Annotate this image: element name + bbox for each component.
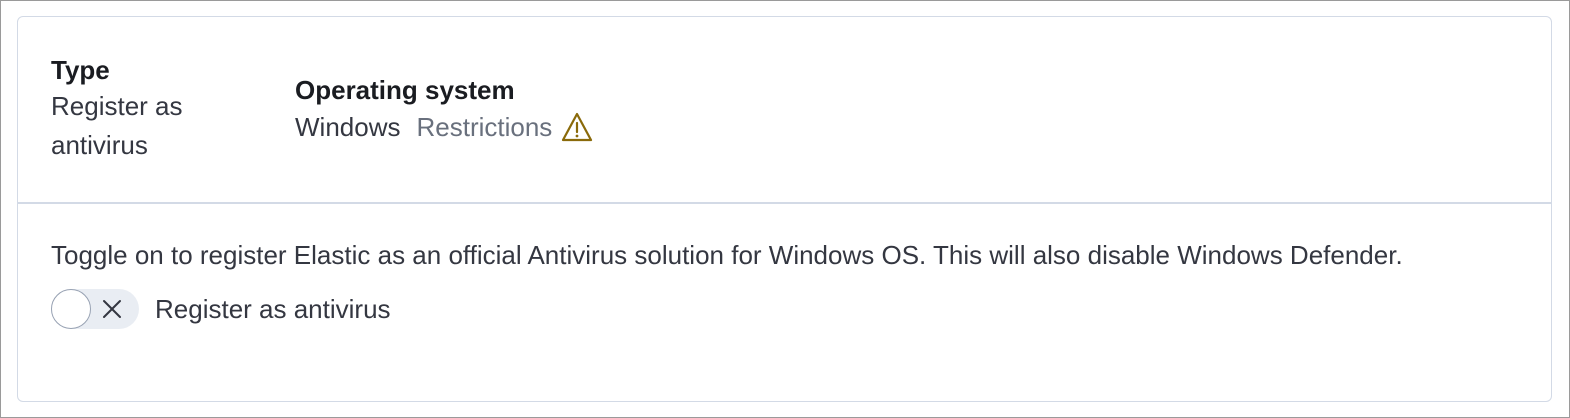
switch-knob (51, 289, 91, 329)
type-column: Type Register as antivirus (51, 53, 241, 165)
type-title: Type (51, 55, 110, 85)
type-value: Register as antivirus (51, 91, 183, 160)
restrictions-link[interactable]: Restrictions (416, 111, 594, 143)
panel-header: Type Register as antivirus Operating sys… (18, 17, 1551, 204)
toggle-row: Register as antivirus (51, 289, 1521, 329)
antivirus-registration-panel: Type Register as antivirus Operating sys… (17, 16, 1552, 402)
cross-icon (101, 298, 123, 320)
operating-system-column: Operating system Windows Restrictions (295, 73, 594, 147)
operating-system-value: Windows (295, 111, 401, 142)
window-frame: Type Register as antivirus Operating sys… (0, 0, 1570, 418)
description-text: Toggle on to register Elastic as an offi… (51, 240, 1403, 270)
restrictions-label: Restrictions (416, 111, 553, 142)
operating-system-title: Operating system (295, 75, 515, 105)
register-antivirus-label[interactable]: Register as antivirus (155, 294, 391, 325)
panel-body: Toggle on to register Elastic as an offi… (51, 235, 1521, 329)
operating-system-row: Windows Restrictions (295, 107, 594, 147)
register-antivirus-switch[interactable] (51, 289, 139, 329)
warning-icon[interactable] (560, 111, 594, 143)
